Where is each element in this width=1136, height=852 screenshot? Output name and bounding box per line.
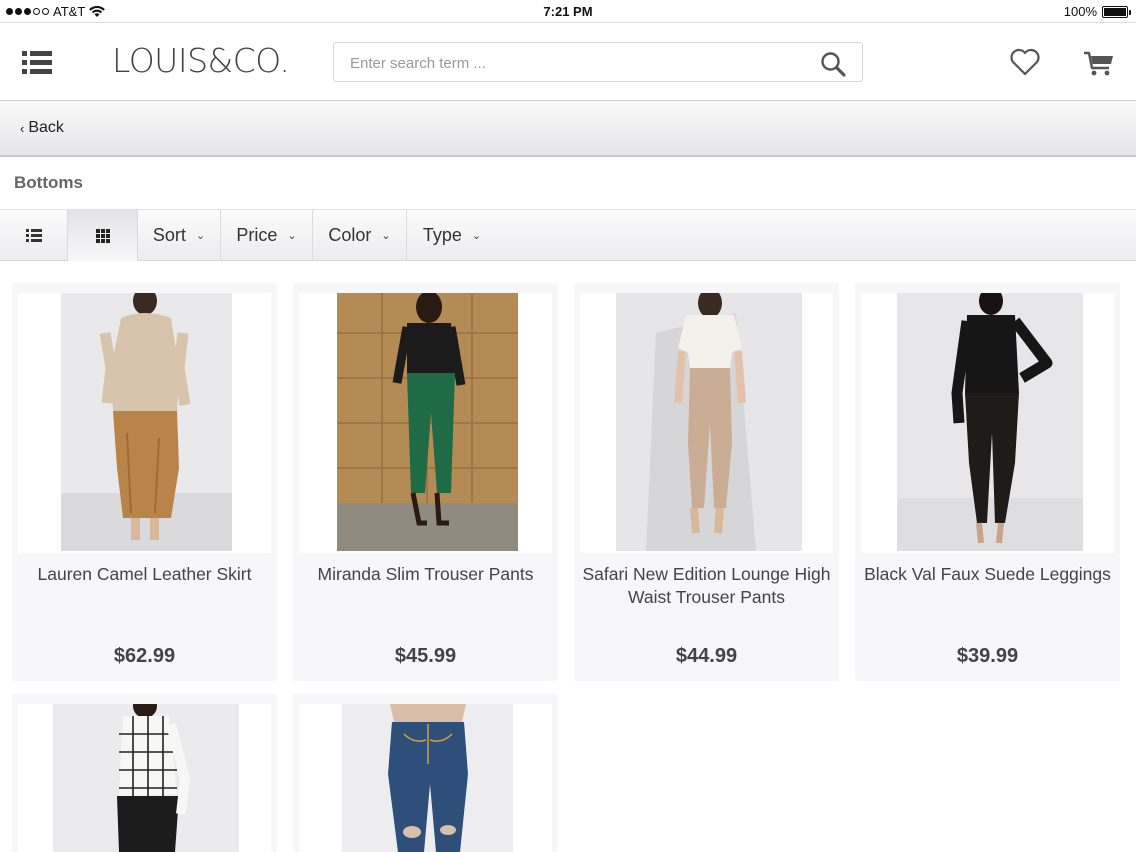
product-name[interactable]: Lauren Camel Leather Skirt (16, 563, 273, 586)
search-icon[interactable] (820, 51, 846, 77)
chevron-left-icon: ‹ (20, 120, 25, 136)
battery-icon (1102, 5, 1131, 18)
product-photo (342, 704, 513, 852)
product-card[interactable] (12, 694, 277, 852)
sort-dropdown[interactable]: Sort ⌄ (138, 210, 221, 261)
cart-icon[interactable] (1083, 49, 1115, 77)
product-photo (61, 293, 232, 551)
product-price: $62.99 (113, 645, 176, 667)
chevron-down-icon: ⌄ (195, 230, 206, 242)
status-right: 100% (1063, 4, 1131, 19)
product-image[interactable] (861, 293, 1114, 553)
type-label: Type (422, 225, 462, 245)
app-header: LOUIS&CO. (0, 22, 1136, 101)
status-bar: AT&T 7:21 PM 100% (0, 0, 1136, 22)
product-image[interactable] (299, 704, 552, 852)
product-image[interactable] (299, 293, 552, 553)
product-card[interactable]: Safari New Edition Lounge High Waist Tro… (574, 283, 839, 681)
menu-button[interactable] (22, 51, 52, 75)
product-card[interactable]: Black Val Faux Suede Leggings $39.99 (855, 283, 1120, 681)
category-title: Bottoms (14, 173, 83, 192)
product-name[interactable]: Safari New Edition Lounge High Waist Tro… (578, 563, 835, 609)
type-dropdown[interactable]: Type ⌄ (407, 210, 497, 261)
search-box (333, 42, 863, 82)
chevron-down-icon: ⌄ (287, 230, 297, 242)
product-image[interactable] (18, 293, 271, 553)
color-label: Color (328, 225, 372, 245)
search-input[interactable] (350, 53, 810, 73)
price-label: Price (236, 225, 278, 245)
product-photo (616, 293, 802, 551)
product-card[interactable] (293, 694, 558, 852)
wishlist-heart-icon[interactable] (1009, 48, 1041, 76)
back-bar: ‹ Back (0, 101, 1136, 157)
back-label: Back (28, 119, 64, 136)
color-dropdown[interactable]: Color ⌄ (313, 210, 407, 261)
battery-percent: 100% (1063, 4, 1097, 19)
grid-view-icon (95, 228, 110, 243)
chevron-down-icon: ⌄ (471, 230, 482, 242)
grid-view-button[interactable] (68, 210, 138, 261)
product-price: $39.99 (956, 645, 1019, 667)
product-price: $45.99 (394, 645, 457, 667)
sort-label: Sort (152, 225, 186, 245)
price-dropdown[interactable]: Price ⌄ (221, 210, 313, 261)
product-card[interactable]: Miranda Slim Trouser Pants $45.99 (293, 283, 558, 681)
brand-logo[interactable]: LOUIS&CO. (112, 41, 290, 80)
product-price: $44.99 (675, 645, 738, 667)
product-image[interactable] (18, 704, 271, 852)
list-view-button[interactable] (0, 210, 68, 261)
filter-toolbar: Sort ⌄ Price ⌄ Color ⌄ Type ⌄ (0, 209, 1136, 261)
product-card[interactable]: Lauren Camel Leather Skirt $62.99 (12, 283, 277, 681)
list-menu-icon (22, 51, 52, 56)
product-name[interactable]: Black Val Faux Suede Leggings (859, 563, 1116, 586)
list-view-icon (25, 229, 42, 242)
chevron-down-icon: ⌄ (381, 230, 391, 242)
product-image[interactable] (580, 293, 833, 553)
back-button[interactable]: ‹ Back (20, 119, 64, 137)
product-photo (337, 293, 518, 551)
product-photo (53, 704, 239, 852)
clock: 7:21 PM (543, 4, 593, 19)
product-name[interactable]: Miranda Slim Trouser Pants (297, 563, 554, 586)
product-photo (897, 293, 1083, 551)
